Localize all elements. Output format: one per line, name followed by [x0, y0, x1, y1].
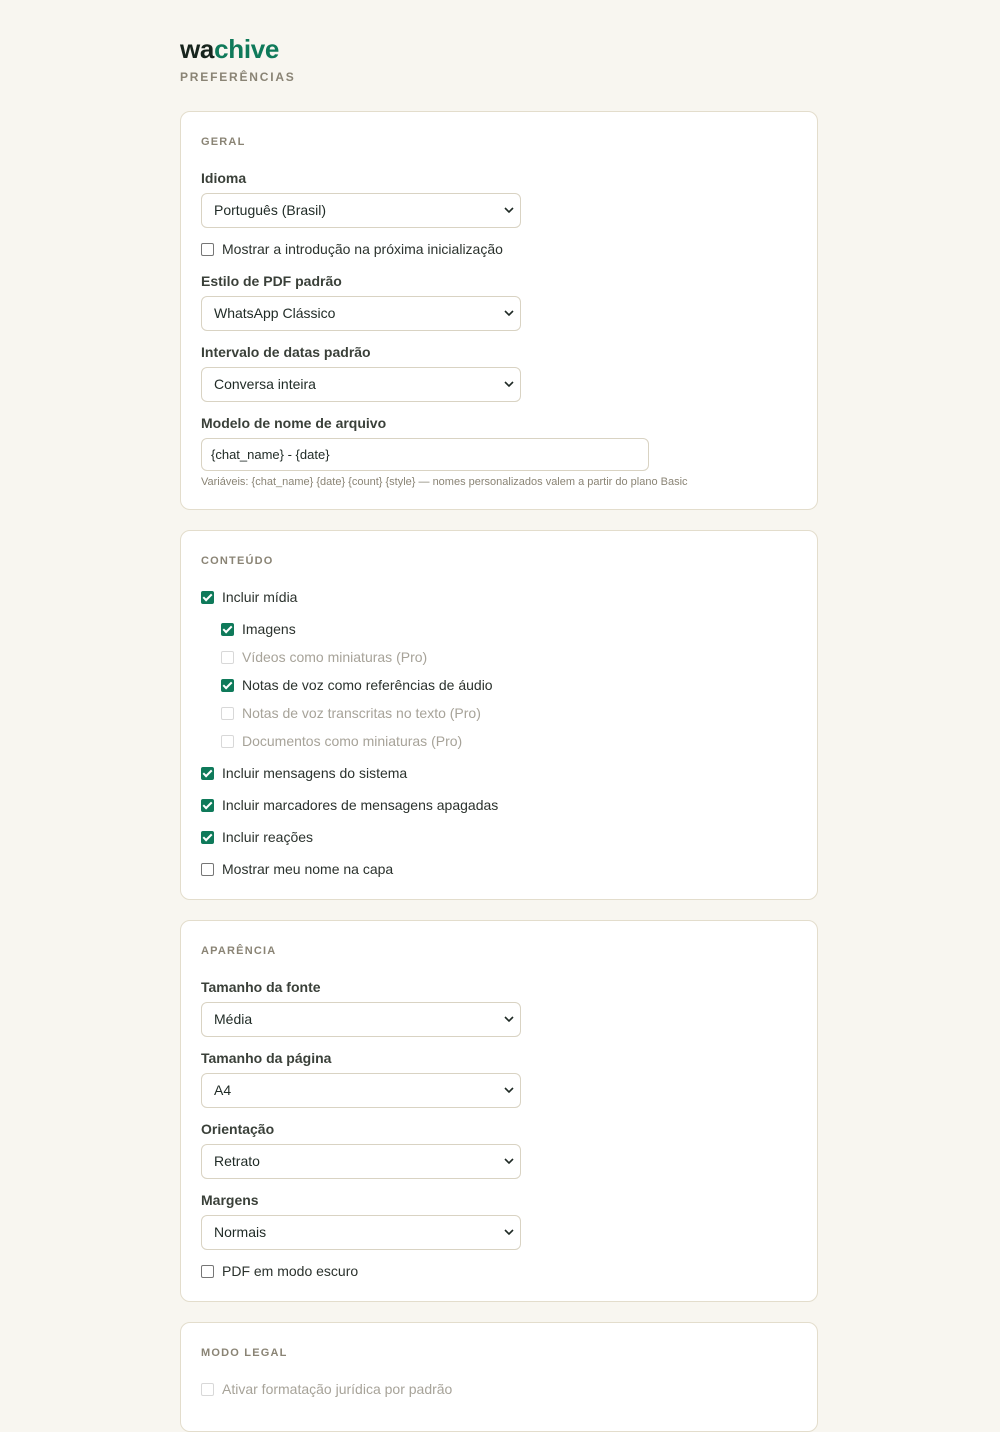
language-select-value: Português (Brasil): [214, 202, 327, 218]
chevron-down-icon: [504, 1087, 514, 1094]
show-intro-checkbox[interactable]: Mostrar a introdução na próxima iniciali…: [201, 240, 503, 258]
page-size-label: Tamanho da página: [201, 1050, 332, 1066]
chevron-down-icon: [504, 381, 514, 388]
system-messages-label: Incluir mensagens do sistema: [222, 765, 408, 781]
section-title-general: GERAL: [201, 136, 246, 148]
pdf-style-label: Estilo de PDF padrão: [201, 273, 342, 289]
media-videos-label: Vídeos como miniaturas (Pro): [242, 649, 428, 665]
section-title-legal: MODO LEGAL: [201, 1347, 288, 1359]
language-label: Idioma: [201, 170, 247, 186]
section-title-content: CONTEÚDO: [201, 555, 274, 567]
show-name-cover-checkbox-box[interactable]: [201, 862, 214, 876]
chevron-down-icon: [504, 1158, 514, 1165]
chevron-down-icon: [504, 1016, 514, 1023]
date-range-label: Intervalo de datas padrão: [201, 344, 371, 360]
voice-notes-audio-checkbox-box[interactable]: [221, 678, 234, 692]
documents-thumbnails-checkbox: Documentos como miniaturas (Pro): [221, 732, 462, 750]
media-images-checkbox-box[interactable]: [221, 622, 234, 636]
deleted-markers-checkbox-box[interactable]: [201, 798, 214, 812]
show-intro-label: Mostrar a introdução na próxima iniciali…: [222, 241, 503, 257]
dark-mode-checkbox[interactable]: PDF em modo escuro: [201, 1262, 358, 1280]
media-videos-checkbox: Vídeos como miniaturas (Pro): [221, 648, 427, 666]
filename-template-label: Modelo de nome de arquivo: [201, 415, 387, 431]
page-size-select-value: A4: [214, 1082, 232, 1098]
logo-part-wa: wa: [180, 34, 215, 64]
deleted-markers-checkbox[interactable]: Incluir marcadores de mensagens apagadas: [201, 796, 498, 814]
voice-notes-audio-label: Notas de voz como referências de áudio: [242, 677, 493, 693]
pdf-style-select[interactable]: WhatsApp Clássico: [201, 296, 521, 331]
deleted-markers-label: Incluir marcadores de mensagens apagadas: [222, 797, 499, 813]
page-title: PREFERÊNCIAS: [180, 70, 296, 84]
orientation-label: Orientação: [201, 1121, 275, 1137]
show-name-cover-label: Mostrar meu nome na capa: [222, 861, 394, 877]
general-section: GERAL Idioma Português (Brasil) Mostrar …: [180, 111, 818, 510]
include-media-checkbox-box[interactable]: [201, 590, 214, 604]
chevron-down-icon: [504, 1229, 514, 1236]
font-size-select-value: Média: [214, 1011, 253, 1027]
app-logo: wachive: [180, 33, 279, 65]
dark-mode-label: PDF em modo escuro: [222, 1263, 359, 1279]
reactions-checkbox-box[interactable]: [201, 830, 214, 844]
voice-notes-audio-checkbox[interactable]: Notas de voz como referências de áudio: [221, 676, 493, 694]
language-select[interactable]: Português (Brasil): [201, 193, 521, 228]
system-messages-checkbox[interactable]: Incluir mensagens do sistema: [201, 764, 407, 782]
voice-notes-transcribed-label: Notas de voz transcritas no texto (Pro): [242, 705, 481, 721]
legal-section: MODO LEGAL Ativar formatação jurídica po…: [180, 1322, 818, 1432]
orientation-select[interactable]: Retrato: [201, 1144, 521, 1179]
font-size-select[interactable]: Média: [201, 1002, 521, 1037]
media-images-checkbox[interactable]: Imagens: [221, 620, 296, 638]
appearance-section: APARÊNCIA Tamanho da fonte Média Tamanho…: [180, 920, 818, 1302]
date-range-select-value: Conversa inteira: [214, 376, 316, 392]
margins-label: Margens: [201, 1192, 259, 1208]
include-media-label: Incluir mídia: [222, 589, 298, 605]
legal-format-label: Ativar formatação jurídica por padrão: [222, 1381, 453, 1397]
documents-thumbnails-checkbox-box: [221, 734, 234, 748]
date-range-select[interactable]: Conversa inteira: [201, 367, 521, 402]
logo-part-chive: chive: [214, 34, 280, 64]
pdf-style-select-value: WhatsApp Clássico: [214, 305, 336, 321]
content-section: CONTEÚDO Incluir mídia Imagens Vídeos co…: [180, 530, 818, 900]
margins-select[interactable]: Normais: [201, 1215, 521, 1250]
section-title-appearance: APARÊNCIA: [201, 945, 277, 957]
show-name-cover-checkbox[interactable]: Mostrar meu nome na capa: [201, 860, 393, 878]
documents-thumbnails-label: Documentos como miniaturas (Pro): [242, 733, 463, 749]
voice-notes-transcribed-checkbox: Notas de voz transcritas no texto (Pro): [221, 704, 481, 722]
show-intro-checkbox-box[interactable]: [201, 242, 214, 256]
legal-format-checkbox-box: [201, 1382, 214, 1396]
media-videos-checkbox-box: [221, 650, 234, 664]
chevron-down-icon: [504, 310, 514, 317]
margins-select-value: Normais: [214, 1224, 267, 1240]
page-size-select[interactable]: A4: [201, 1073, 521, 1108]
reactions-checkbox[interactable]: Incluir reações: [201, 828, 313, 846]
font-size-label: Tamanho da fonte: [201, 979, 321, 995]
legal-format-checkbox: Ativar formatação jurídica por padrão: [201, 1380, 452, 1398]
dark-mode-checkbox-box[interactable]: [201, 1264, 214, 1278]
include-media-checkbox[interactable]: Incluir mídia: [201, 588, 297, 606]
chevron-down-icon: [504, 207, 514, 214]
voice-notes-transcribed-checkbox-box: [221, 706, 234, 720]
filename-template-input[interactable]: {chat_name} - {date}: [201, 438, 649, 471]
filename-template-hint: Variáveis: {chat_name} {date} {count} {s…: [201, 476, 688, 488]
orientation-select-value: Retrato: [214, 1153, 260, 1169]
reactions-label: Incluir reações: [222, 829, 314, 845]
media-images-label: Imagens: [242, 621, 296, 637]
system-messages-checkbox-box[interactable]: [201, 766, 214, 780]
